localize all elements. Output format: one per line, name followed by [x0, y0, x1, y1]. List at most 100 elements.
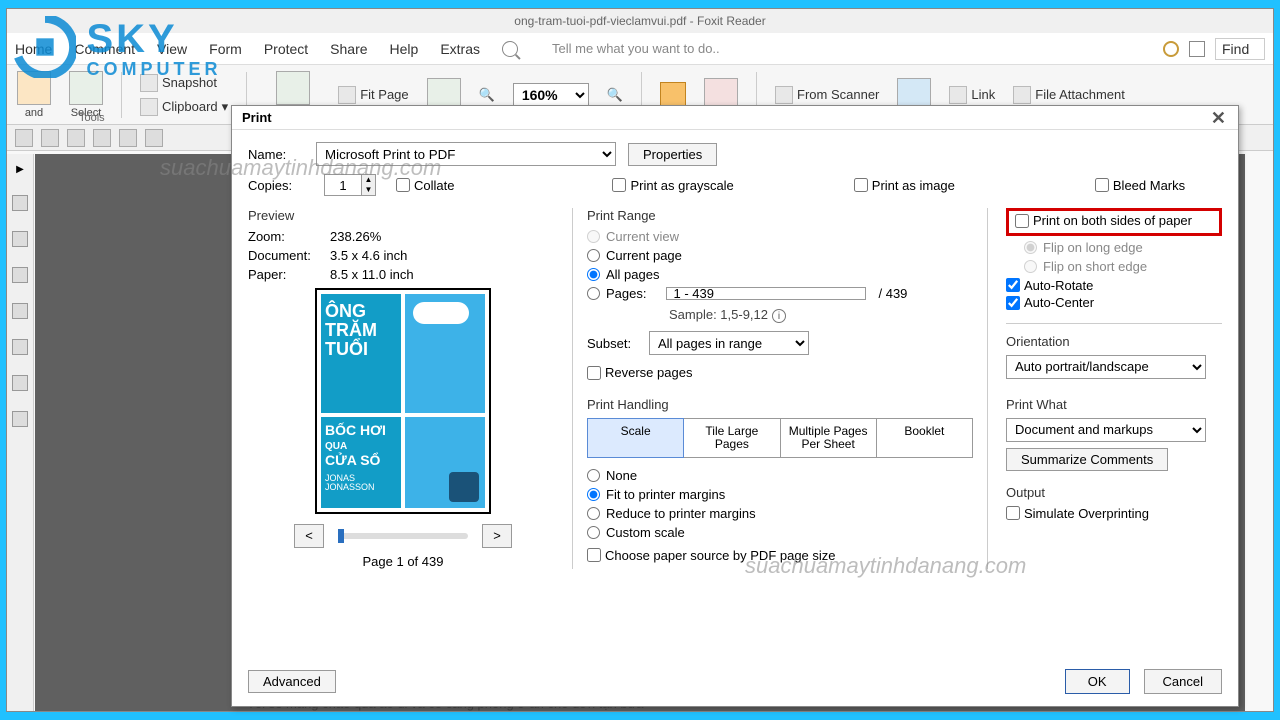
dialog-title: Print ✕ [232, 106, 1238, 130]
paper-size: 8.5 x 11.0 inch [330, 267, 414, 282]
zoom-in-icon[interactable]: 🔍 [607, 87, 623, 103]
print-what-dropdown[interactable]: Document and markups [1006, 418, 1206, 442]
reverse-pages-checkbox[interactable]: Reverse pages [587, 365, 692, 380]
preview-label: Preview [248, 208, 558, 223]
menu-extras[interactable]: Extras [440, 41, 480, 57]
undo-icon[interactable] [67, 129, 85, 147]
signatures-icon[interactable] [12, 339, 28, 355]
tab-booklet[interactable]: Booklet [877, 418, 973, 458]
menu-help[interactable]: Help [390, 41, 419, 57]
tool-icon[interactable] [119, 129, 137, 147]
layers-icon[interactable] [12, 375, 28, 391]
zoom-out-icon[interactable]: 🔍 [479, 87, 495, 103]
ok-button[interactable]: OK [1065, 669, 1130, 694]
tell-me-input[interactable]: Tell me what you want to do.. [552, 41, 720, 56]
scale-none-radio[interactable]: None [587, 468, 973, 483]
menu-home[interactable]: Home [15, 41, 52, 57]
preview-thumbnail: ÔNG TRĂM TUỔI BỐC HƠIQUACỬA SỔJONAS JONA… [315, 288, 491, 514]
search-icon [502, 41, 518, 57]
scale-custom-radio[interactable]: Custom scale [587, 525, 973, 540]
snapshot-button[interactable]: Snapshot [140, 74, 228, 92]
copies-input[interactable] [325, 175, 361, 195]
bookmarks-icon[interactable] [12, 195, 28, 211]
orientation-dropdown[interactable]: Auto portrait/landscape [1006, 355, 1206, 379]
find-input[interactable]: Find [1215, 38, 1265, 60]
info-icon[interactable]: i [772, 309, 786, 323]
window-tool-icon[interactable] [1189, 41, 1205, 57]
save-icon[interactable] [41, 129, 59, 147]
copies-stepper[interactable]: ▲▼ [324, 174, 376, 196]
zoom-value: 238.26% [330, 229, 381, 244]
spin-down-icon[interactable]: ▼ [362, 185, 375, 195]
menu-view[interactable]: View [157, 41, 187, 57]
security-icon[interactable] [12, 411, 28, 427]
properties-button[interactable]: Properties [628, 143, 717, 166]
bleed-marks-checkbox[interactable]: Bleed Marks [1095, 178, 1185, 193]
menu-protect[interactable]: Protect [264, 41, 308, 57]
print-as-image-checkbox[interactable]: Print as image [854, 178, 955, 193]
both-sides-checkbox[interactable]: Print on both sides of paper [1015, 213, 1192, 228]
print-range-label: Print Range [587, 208, 973, 223]
simulate-overprinting-checkbox[interactable]: Simulate Overprinting [1006, 506, 1149, 521]
pages-radio[interactable]: Pages: / 439 [587, 286, 973, 301]
flip-long-radio: Flip on long edge [1024, 240, 1222, 255]
spin-up-icon[interactable]: ▲ [362, 175, 375, 185]
page-slider[interactable] [338, 533, 468, 539]
cancel-button[interactable]: Cancel [1144, 669, 1222, 694]
from-scanner-button[interactable]: From Scanner [775, 86, 879, 104]
redo-icon[interactable] [93, 129, 111, 147]
print-handling-label: Print Handling [587, 397, 973, 412]
paper-source-checkbox[interactable]: Choose paper source by PDF page size [587, 548, 836, 563]
app-window: ong-tram-tuoi-pdf-vieclamvui.pdf - Foxit… [6, 8, 1274, 712]
expand-icon[interactable]: ▶ [16, 164, 24, 175]
auto-center-checkbox[interactable]: Auto-Center [1006, 295, 1094, 310]
copies-label: Copies: [248, 178, 304, 193]
summarize-comments-button[interactable]: Summarize Comments [1006, 448, 1168, 471]
attachments-icon[interactable] [12, 303, 28, 319]
typewriter-tool[interactable] [660, 82, 686, 108]
scale-fit-radio[interactable]: Fit to printer margins [587, 487, 973, 502]
current-page-radio[interactable]: Current page [587, 248, 973, 263]
next-page-button[interactable]: > [482, 524, 512, 548]
pages-icon[interactable] [12, 231, 28, 247]
print-what-label: Print What [1006, 397, 1222, 412]
advanced-button[interactable]: Advanced [248, 670, 336, 693]
tab-tile[interactable]: Tile Large Pages [684, 418, 780, 458]
tools-group-label: Tools [79, 112, 105, 124]
menu-comment[interactable]: Comment [74, 41, 135, 57]
tab-scale[interactable]: Scale [587, 418, 684, 458]
collate-checkbox[interactable]: Collate [396, 178, 454, 193]
orientation-label: Orientation [1006, 334, 1222, 349]
pages-input[interactable] [666, 287, 866, 300]
menu-share[interactable]: Share [330, 41, 367, 57]
menu-form[interactable]: Form [209, 41, 242, 57]
name-label: Name: [248, 147, 304, 162]
all-pages-radio[interactable]: All pages [587, 267, 973, 282]
prev-page-button[interactable]: < [294, 524, 324, 548]
page-indicator: Page 1 of 439 [248, 554, 558, 569]
document-size: 3.5 x 4.6 inch [330, 248, 407, 263]
print-dialog: Print ✕ Name: Microsoft Print to PDF Pro… [231, 105, 1239, 707]
comments-icon[interactable] [12, 267, 28, 283]
pages-total: / 439 [878, 286, 907, 301]
auto-rotate-checkbox[interactable]: Auto-Rotate [1006, 278, 1093, 293]
print-icon[interactable] [145, 129, 163, 147]
current-view-radio[interactable]: Current view [587, 229, 973, 244]
tab-multiple[interactable]: Multiple Pages Per Sheet [781, 418, 877, 458]
clipboard-button[interactable]: Clipboard ▾ [140, 98, 228, 116]
zoom-dropdown[interactable]: 160% [513, 83, 589, 107]
side-panel: ▶ [7, 154, 34, 711]
file-attachment-button[interactable]: File Attachment [1013, 86, 1125, 104]
subset-label: Subset: [587, 336, 643, 351]
scale-reduce-radio[interactable]: Reduce to printer margins [587, 506, 973, 521]
output-label: Output [1006, 485, 1222, 500]
link-button[interactable]: Link [949, 86, 995, 104]
fit-page-button[interactable]: Fit Page [338, 86, 408, 104]
notification-icon[interactable] [1163, 41, 1179, 57]
hand-tool[interactable]: and [17, 71, 51, 119]
subset-dropdown[interactable]: All pages in range [649, 331, 809, 355]
grayscale-checkbox[interactable]: Print as grayscale [612, 178, 733, 193]
close-icon[interactable]: ✕ [1205, 108, 1232, 129]
printer-dropdown[interactable]: Microsoft Print to PDF [316, 142, 616, 166]
open-icon[interactable] [15, 129, 33, 147]
